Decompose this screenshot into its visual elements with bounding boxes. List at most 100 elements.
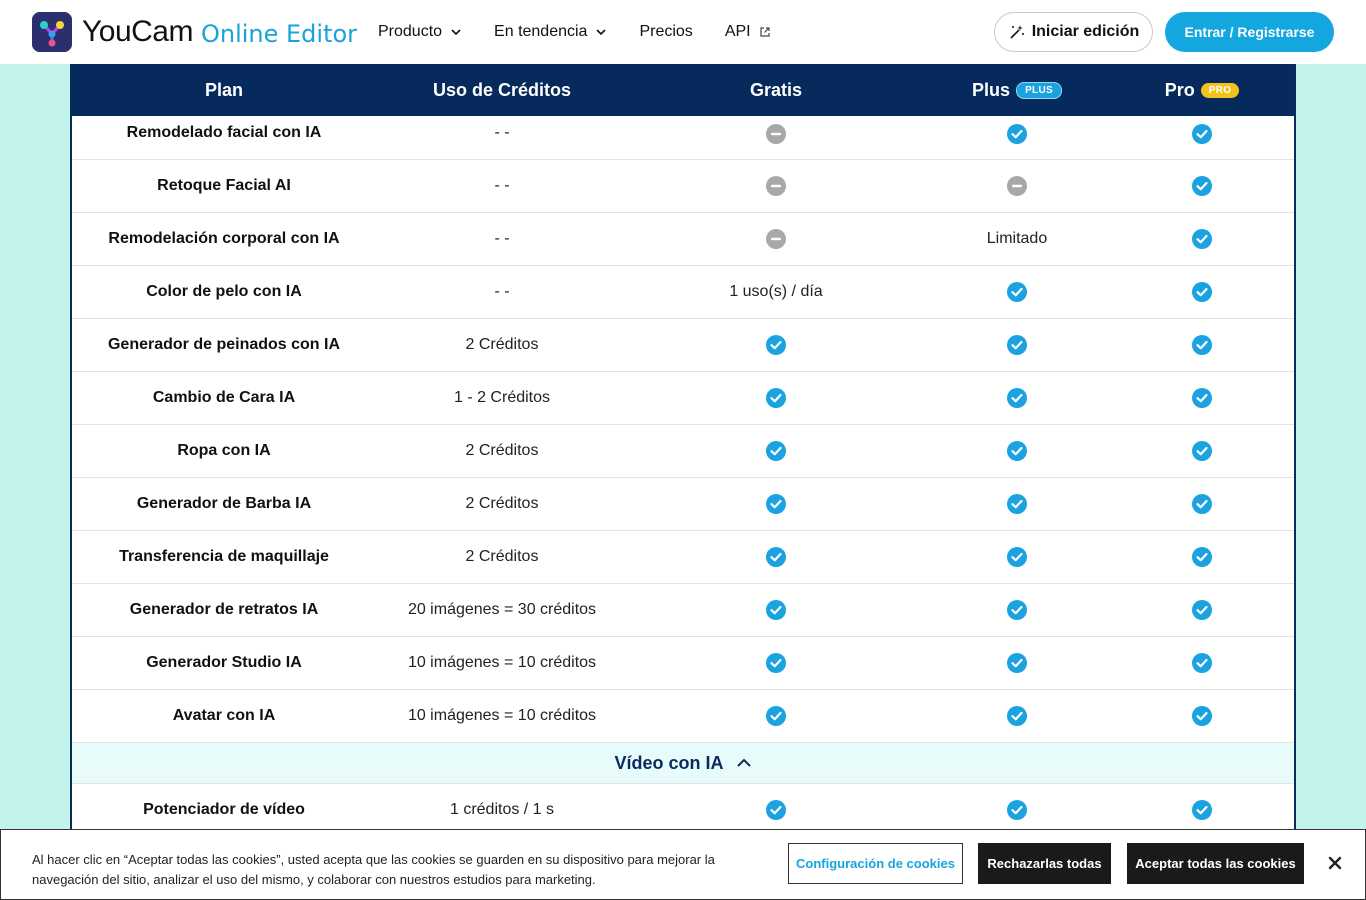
pro-cell <box>1110 335 1294 355</box>
check-circle-icon <box>1192 653 1212 673</box>
credit-usage-text: 2 Créditos <box>465 336 539 353</box>
nav-producto[interactable]: Producto <box>378 23 462 41</box>
pro-cell <box>1110 388 1294 408</box>
unavailable-icon <box>766 176 786 196</box>
feature-name-text: Retoque Facial AI <box>157 177 291 194</box>
feature-name: Remodelación corporal con IA <box>72 230 376 248</box>
logo[interactable]: YouCam Online Editor <box>32 12 357 52</box>
pro-badge: PRO <box>1200 82 1240 98</box>
check-circle-icon <box>1007 388 1027 408</box>
check-circle-icon <box>1007 547 1027 567</box>
plus-cell <box>924 388 1110 408</box>
pro-cell <box>1110 441 1294 461</box>
feature-name-text: Transferencia de maquillaje <box>119 548 329 565</box>
cookie-settings-button[interactable]: Configuración de cookies <box>788 843 963 884</box>
check-circle-icon <box>1007 653 1027 673</box>
plan-comparison-table: Plan Uso de Créditos Gratis Plus PLUS Pr… <box>70 64 1296 900</box>
nav-api-label: API <box>724 23 751 40</box>
check-circle-icon <box>1007 800 1027 820</box>
gratis-cell <box>628 388 924 408</box>
credit-usage: - - <box>376 230 628 248</box>
credit-usage-text: - - <box>494 283 510 300</box>
credit-usage: 20 imágenes = 30 créditos <box>376 601 628 619</box>
credit-usage-text: 10 imágenes = 10 créditos <box>407 707 597 724</box>
credit-usage: 10 imágenes = 10 créditos <box>376 654 628 672</box>
plus-cell-text: Limitado <box>986 230 1048 247</box>
header-pro: Pro PRO <box>1110 80 1294 101</box>
external-link-icon <box>760 27 770 37</box>
table-header: Plan Uso de Créditos Gratis Plus PLUS Pr… <box>72 64 1294 116</box>
gratis-cell <box>628 600 924 620</box>
header-gratis: Gratis <box>749 79 803 100</box>
unavailable-icon <box>1007 176 1027 196</box>
start-editing-label: Iniciar edición <box>1031 23 1140 40</box>
brand-subtitle: Online Editor <box>200 20 358 48</box>
check-circle-icon <box>1192 124 1212 144</box>
check-circle-icon <box>1007 706 1027 726</box>
pro-cell <box>1110 706 1294 726</box>
credit-usage: 2 Créditos <box>376 495 628 513</box>
credit-usage: 2 Créditos <box>376 442 628 460</box>
gratis-cell-text: 1 uso(s) / día <box>729 283 823 300</box>
feature-name: Ropa con IA <box>72 442 376 460</box>
feature-name-text: Generador de retratos IA <box>129 601 319 618</box>
feature-name: Generador de peinados con IA <box>72 336 376 354</box>
nav-en-tendencia[interactable]: En tendencia <box>494 23 607 41</box>
feature-name: Cambio de Cara IA <box>72 389 376 407</box>
nav-precios-label: Precios <box>639 23 693 40</box>
credit-usage-text: 2 Créditos <box>465 495 539 512</box>
nav-api[interactable]: API <box>725 23 771 41</box>
check-circle-icon <box>766 547 786 567</box>
close-icon[interactable] <box>1323 851 1347 875</box>
brand-name: YouCam <box>82 15 193 48</box>
header-plus-label: Plus <box>972 79 1011 100</box>
table-row: Transferencia de maquillaje 2 Créditos <box>72 531 1294 584</box>
table-row: Generador de peinados con IA 2 Créditos <box>72 319 1294 372</box>
credit-usage: 2 Créditos <box>376 548 628 566</box>
reject-all-cookies-button[interactable]: Rechazarlas todas <box>978 843 1111 884</box>
plus-cell <box>924 282 1110 302</box>
gratis-cell <box>628 706 924 726</box>
feature-name-text: Generador de Barba IA <box>136 495 312 512</box>
section-video-ia-toggle[interactable]: Vídeo con IA <box>72 743 1294 784</box>
check-circle-icon <box>1007 600 1027 620</box>
login-register-button[interactable]: Entrar / Registrarse <box>1165 12 1334 52</box>
header-plan: Plan <box>204 79 243 100</box>
feature-name: Remodelado facial con IA <box>72 124 376 142</box>
gratis-cell <box>628 441 924 461</box>
main-nav: Producto En tendencia Precios API <box>378 0 803 64</box>
table-row: Color de pelo con IA - - 1 uso(s) / día <box>72 266 1294 319</box>
gratis-cell <box>628 800 924 820</box>
nav-precios[interactable]: Precios <box>639 23 692 41</box>
check-circle-icon <box>1007 124 1027 144</box>
check-circle-icon <box>1192 176 1212 196</box>
pro-cell <box>1110 124 1294 144</box>
plus-cell <box>924 706 1110 726</box>
check-circle-icon <box>766 653 786 673</box>
plus-badge: PLUS <box>1016 81 1062 99</box>
table-row: Retoque Facial AI - - <box>72 160 1294 213</box>
gratis-cell: 1 uso(s) / día <box>628 283 924 301</box>
unavailable-icon <box>766 229 786 249</box>
magic-wand-icon <box>1010 25 1024 39</box>
gratis-cell <box>628 653 924 673</box>
cookie-message: Al hacer clic en “Aceptar todas las cook… <box>32 852 715 887</box>
youcam-logo-icon <box>32 12 72 52</box>
credit-usage-text: 1 créditos / 1 s <box>449 801 555 818</box>
nav-producto-label: Producto <box>378 23 443 40</box>
pro-cell <box>1110 653 1294 673</box>
accept-all-cookies-button[interactable]: Aceptar todas las cookies <box>1127 843 1304 884</box>
table-body: Remodelado facial con IA - - Retoque Facia… <box>72 116 1294 743</box>
check-circle-icon <box>1192 600 1212 620</box>
credit-usage: - - <box>376 124 628 142</box>
pro-cell <box>1110 800 1294 820</box>
feature-name: Generador Studio IA <box>72 654 376 672</box>
feature-name-text: Cambio de Cara IA <box>152 389 296 406</box>
start-editing-button[interactable]: Iniciar edición <box>994 12 1153 52</box>
check-circle-icon <box>1007 335 1027 355</box>
feature-name-text: Potenciador de vídeo <box>143 801 305 818</box>
credit-usage-text: - - <box>494 230 510 247</box>
feature-name: Avatar con IA <box>72 707 376 725</box>
pro-cell <box>1110 600 1294 620</box>
gratis-cell <box>628 176 924 196</box>
